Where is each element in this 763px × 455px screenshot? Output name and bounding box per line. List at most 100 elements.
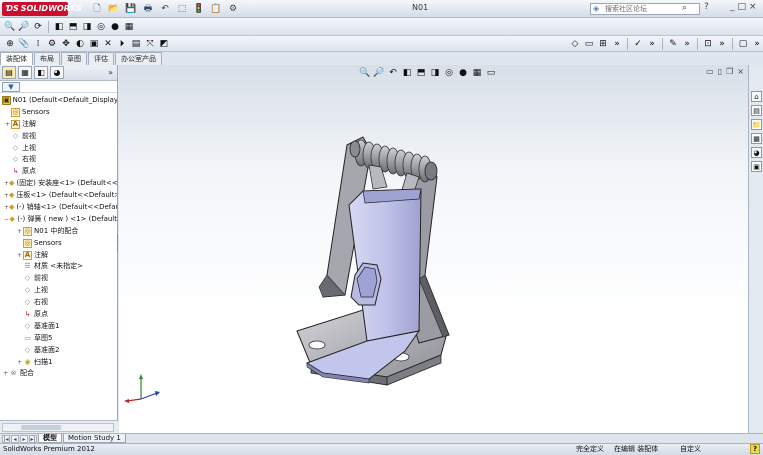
design-library-icon[interactable]: ▤ bbox=[751, 105, 762, 116]
smart-fasteners-icon[interactable]: ⚙ bbox=[46, 38, 58, 50]
configuration-manager-tab-icon[interactable]: ◧ bbox=[34, 66, 48, 79]
layout-tool-icon[interactable]: ▭ bbox=[583, 38, 595, 50]
help-button[interactable]: ? bbox=[704, 2, 709, 12]
more-tools-icon[interactable]: » bbox=[751, 38, 763, 50]
move-component-icon[interactable]: ✥ bbox=[60, 38, 72, 50]
view-orientation-icon[interactable]: ⬒ bbox=[67, 21, 79, 33]
reference-geometry-icon[interactable]: ✕ bbox=[102, 38, 114, 50]
tree-item[interactable]: + A 注解 bbox=[0, 119, 117, 131]
spell-check-icon[interactable]: ✓ bbox=[632, 38, 644, 50]
expand-toggle-icon[interactable]: + bbox=[2, 368, 9, 380]
more-tools-icon[interactable]: » bbox=[681, 38, 693, 50]
tree-item[interactable]: ◇ 基准面1 bbox=[0, 321, 117, 333]
expand-toggle-icon[interactable]: + bbox=[16, 250, 23, 262]
tab-sketch[interactable]: 草图 bbox=[61, 52, 87, 65]
tree-item[interactable]: ↳ 原点 bbox=[0, 166, 117, 178]
horizontal-scrollbar[interactable] bbox=[2, 423, 114, 432]
expand-toggle-icon[interactable]: + bbox=[16, 226, 23, 238]
rotate-view-icon[interactable]: ⟳ bbox=[32, 21, 44, 33]
more-tools-icon[interactable]: » bbox=[611, 38, 623, 50]
tree-item[interactable]: ☰ 材质 <未指定> bbox=[0, 261, 117, 273]
status-help-button[interactable]: ? bbox=[750, 444, 760, 454]
zoom-fit-icon[interactable]: 🔍 bbox=[4, 21, 16, 33]
section-view-icon[interactable]: ◧ bbox=[53, 21, 65, 33]
display-style-icon[interactable]: ◨ bbox=[81, 21, 93, 33]
tab-model[interactable]: 模型 bbox=[38, 434, 62, 443]
dimension-tool-icon[interactable]: ⊡ bbox=[702, 38, 714, 50]
tree-item[interactable]: ▣ N01 (Default<Default_Display S bbox=[0, 95, 117, 107]
tab-office-products[interactable]: 办公室产品 bbox=[115, 52, 162, 65]
feature-tool-icon[interactable]: ◇ bbox=[569, 38, 581, 50]
insert-component-icon[interactable]: ⊕ bbox=[4, 38, 16, 50]
tree-item[interactable]: ◇ 基准面2 bbox=[0, 345, 117, 357]
tree-item[interactable]: + ◆ (固定) 安装座<1> (Default<< bbox=[0, 178, 117, 190]
linear-pattern-icon[interactable]: ⁞ bbox=[32, 38, 44, 50]
appearance-manager-tab-icon[interactable]: ◕ bbox=[50, 66, 64, 79]
search-go-icon[interactable]: ⌕ bbox=[682, 3, 687, 13]
property-manager-tab-icon[interactable]: ▦ bbox=[18, 66, 32, 79]
instant3d-icon[interactable]: ◩ bbox=[158, 38, 170, 50]
tree-item[interactable]: ◎ Sensors bbox=[0, 107, 117, 119]
close-button[interactable]: × bbox=[749, 2, 757, 12]
3d-model-latch[interactable] bbox=[119, 65, 748, 433]
last-tab-arrow[interactable]: ▸| bbox=[29, 434, 37, 443]
tree-item[interactable]: ◇ 右视 bbox=[0, 154, 117, 166]
print-icon[interactable]: 🖶 bbox=[141, 2, 155, 16]
tree-item[interactable]: + ◆ 压板<1> (Default<<Default> bbox=[0, 190, 117, 202]
zoom-area-icon[interactable]: 🔎 bbox=[18, 21, 30, 33]
tree-item[interactable]: ◇ 前视 bbox=[0, 131, 117, 143]
more-tools-icon[interactable]: » bbox=[646, 38, 658, 50]
save-icon[interactable]: 💾 bbox=[124, 2, 138, 16]
tree-item[interactable]: ◇ 前视 bbox=[0, 273, 117, 285]
bill-of-materials-icon[interactable]: ▤ bbox=[130, 38, 142, 50]
file-properties-icon[interactable]: 📋 bbox=[209, 2, 223, 16]
units-selector[interactable]: 自定义 bbox=[680, 444, 701, 455]
show-hidden-icon[interactable]: ◐ bbox=[74, 38, 86, 50]
panel-expand-button[interactable]: » bbox=[108, 68, 113, 77]
layer-tool-icon[interactable]: ▢ bbox=[737, 38, 749, 50]
tree-item[interactable]: + ⊗ 配合 bbox=[0, 368, 117, 380]
tree-item[interactable]: ◇ 上视 bbox=[0, 285, 117, 297]
assembly-features-icon[interactable]: ▣ bbox=[88, 38, 100, 50]
undo-icon[interactable]: ↶ bbox=[158, 2, 172, 16]
expand-toggle-icon[interactable]: + bbox=[16, 357, 23, 369]
tree-item[interactable]: ◇ 右视 bbox=[0, 297, 117, 309]
expand-toggle-icon[interactable]: + bbox=[4, 119, 11, 131]
graphics-area[interactable]: 🔍 🔎 ↶ ◧ ⬒ ◨ ◎ ● ▦ ▭ ▭ ▯ ❐ × bbox=[119, 65, 748, 433]
maximize-button[interactable]: □ bbox=[738, 2, 747, 12]
filter-button[interactable]: ▼ bbox=[2, 81, 20, 92]
tab-layout[interactable]: 布局 bbox=[34, 52, 60, 65]
scene-icon[interactable]: ▦ bbox=[123, 21, 135, 33]
next-tab-arrow[interactable]: ▸ bbox=[20, 434, 28, 443]
tree-item[interactable]: + ◎ N01 中的配合 bbox=[0, 226, 117, 238]
tree-item[interactable]: ◇ 上视 bbox=[0, 143, 117, 155]
table-tool-icon[interactable]: ⊞ bbox=[597, 38, 609, 50]
file-explorer-icon[interactable]: 📁 bbox=[751, 119, 762, 130]
home-icon[interactable]: ⌂ bbox=[751, 91, 762, 102]
prev-tab-arrow[interactable]: ◂ bbox=[11, 434, 19, 443]
solidworks-logo[interactable]: ƊS SOLIDWORKS bbox=[2, 2, 82, 16]
scrollbar-thumb[interactable] bbox=[21, 425, 61, 430]
options-icon[interactable]: ⚙ bbox=[226, 2, 240, 16]
appearances-icon[interactable]: ◕ bbox=[751, 147, 762, 158]
tab-motion-study[interactable]: Motion Study 1 bbox=[63, 434, 126, 443]
more-tools-icon[interactable]: » bbox=[716, 38, 728, 50]
select-icon[interactable]: ⬚ bbox=[175, 2, 189, 16]
tree-item[interactable]: + ◆ (-) 销轴<1> (Default<<Defau bbox=[0, 202, 117, 214]
tree-item[interactable]: + ◉ 扫描1 bbox=[0, 357, 117, 369]
exploded-view-icon[interactable]: ⤧ bbox=[144, 38, 156, 50]
tree-item[interactable]: ▭ 草图5 bbox=[0, 333, 117, 345]
mate-icon[interactable]: 📎 bbox=[18, 38, 30, 50]
tree-item[interactable]: ◎ Sensors bbox=[0, 238, 117, 250]
custom-properties-icon[interactable]: ▣ bbox=[751, 161, 762, 172]
open-folder-icon[interactable]: 📂 bbox=[107, 2, 121, 16]
tab-assembly[interactable]: 装配体 bbox=[0, 52, 33, 65]
tree-item[interactable]: + A 注解 bbox=[0, 250, 117, 262]
tree-item[interactable]: ↳ 原点 bbox=[0, 309, 117, 321]
hide-show-icon[interactable]: ◎ bbox=[95, 21, 107, 33]
new-document-icon[interactable]: 🗋 bbox=[90, 2, 104, 16]
first-tab-arrow[interactable]: |◂ bbox=[2, 434, 10, 443]
minimize-button[interactable]: _ bbox=[730, 2, 735, 12]
view-palette-icon[interactable]: ▦ bbox=[751, 133, 762, 144]
appearance-icon[interactable]: ● bbox=[109, 21, 121, 33]
